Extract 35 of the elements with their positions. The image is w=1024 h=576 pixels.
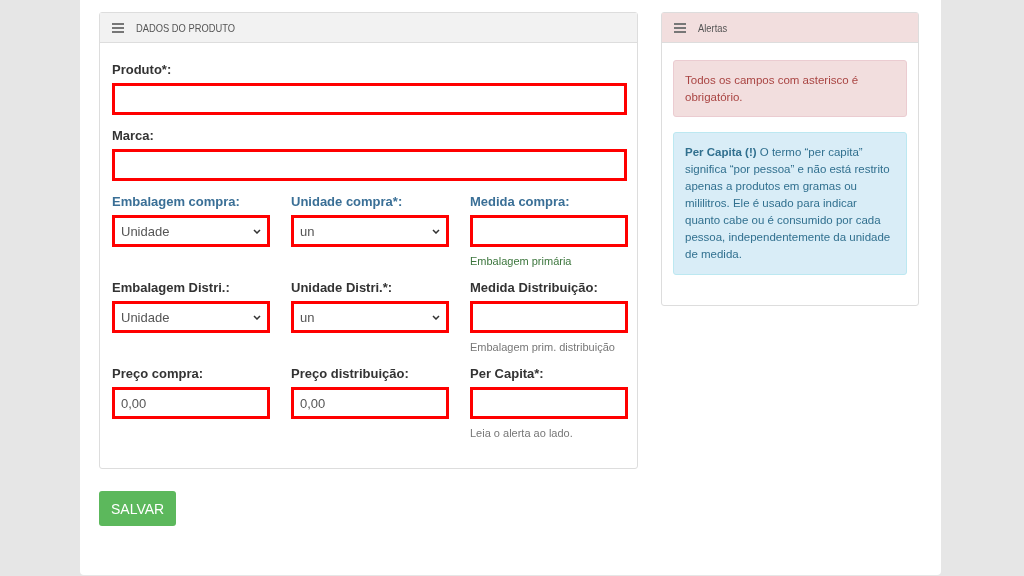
panel-title: Alertas: [698, 21, 728, 34]
input-field[interactable]: [470, 387, 628, 419]
field-label: Preço compra:: [112, 366, 205, 382]
chevron-icon: [253, 228, 261, 234]
panel-title: DADOS DO PRODUTO: [136, 21, 236, 34]
field-label: Unidade compra*:: [291, 194, 404, 210]
field-label: Medida Distribuição:: [470, 280, 599, 296]
list-icon: [112, 22, 124, 33]
input-field[interactable]: [470, 301, 628, 333]
field-label: Marca:: [112, 128, 155, 144]
list-icon: [674, 22, 686, 33]
select-field[interactable]: Unidade: [112, 301, 270, 333]
chevron-icon: [432, 228, 440, 234]
input-field[interactable]: [470, 215, 628, 247]
field-label: Produto*:: [112, 62, 173, 78]
chevron-icon: [253, 314, 261, 320]
field-label: Embalagem Distri.:: [112, 280, 231, 296]
field-label: Embalagem compra:: [112, 194, 241, 210]
help-text: Leia o alerta ao lado.: [470, 427, 574, 439]
select-field[interactable]: Unidade: [112, 215, 270, 247]
field-label: Medida compra:: [470, 194, 571, 210]
input-field[interactable]: 0,00: [291, 387, 449, 419]
input-field[interactable]: [112, 149, 627, 181]
field-label: Unidade Distri.*:: [291, 280, 394, 296]
help-text: Embalagem primária: [470, 255, 573, 267]
select-field[interactable]: un: [291, 215, 449, 247]
chevron-icon: [432, 314, 440, 320]
select-field[interactable]: un: [291, 301, 449, 333]
field-label: Preço distribuição:: [291, 366, 410, 382]
alert-message: Per Capita (!) O termo “per capita” significa “por pessoa” e não está restrito apenas a produtos em gramas ou mililitros. Ele é usado para indicar quanto cabe ou é consumido por cada pessoa, independentemente da unidade de medida.: [673, 132, 907, 275]
help-text: Embalagem prim. distribuição: [470, 341, 616, 353]
field-label: Per Capita*:: [470, 366, 545, 382]
input-field[interactable]: [112, 83, 627, 115]
input-field[interactable]: 0,00: [112, 387, 270, 419]
alert-message: Todos os campos com asterisco é obrigatório.: [673, 60, 907, 117]
